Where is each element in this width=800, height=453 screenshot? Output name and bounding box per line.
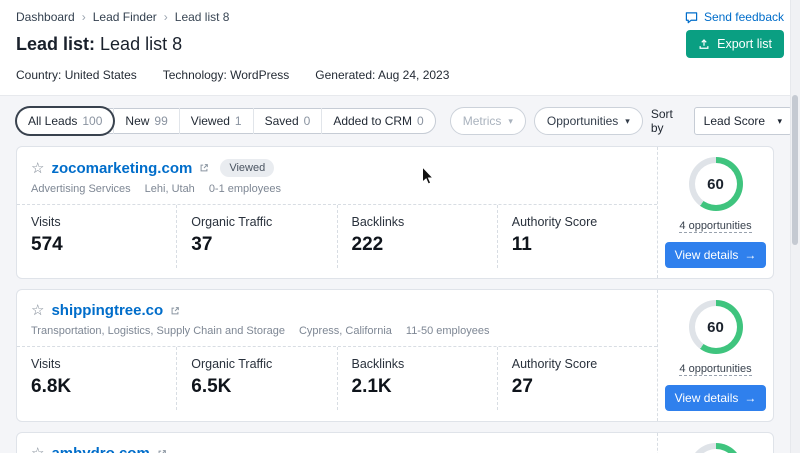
lead-metrics: Visits 574 Organic Traffic 37 Backlinks …	[17, 204, 657, 268]
tab-saved-count: 0	[304, 114, 311, 128]
metrics-dropdown-label: Metrics	[463, 114, 502, 128]
lead-score-value: 60	[695, 306, 737, 348]
sort-area: Sort by Lead Score ▾	[651, 107, 800, 135]
external-link-icon[interactable]	[157, 449, 167, 453]
metric-authority-score: Authority Score 11	[497, 205, 657, 268]
tab-added-to-crm-count: 0	[417, 114, 424, 128]
metric-authority-score: Authority Score 27	[497, 347, 657, 410]
lead-metrics: Visits 6.8K Organic Traffic 6.5K Backlin…	[17, 346, 657, 410]
metric-backlinks: Backlinks 2.1K	[337, 347, 497, 410]
chevron-down-icon: ▾	[508, 117, 513, 126]
meta-country: Country: United States	[16, 68, 137, 82]
lead-company-info: Advertising Services Lehi, Utah 0-1 empl…	[31, 183, 643, 195]
lead-company-info: Transportation, Logistics, Supply Chain …	[31, 325, 643, 337]
lead-domain-link[interactable]: amhydro.com	[51, 445, 149, 453]
tab-saved-label: Saved	[265, 114, 299, 128]
lead-employees: 11-50 employees	[406, 325, 490, 337]
star-icon[interactable]: ☆	[31, 446, 44, 453]
breadcrumb-lead-finder[interactable]: Lead Finder	[93, 10, 157, 24]
page-title: Lead list: Lead list 8	[16, 34, 182, 55]
opportunities-link[interactable]: 4 opportunities	[679, 220, 751, 233]
chevron-separator-icon: ›	[82, 10, 86, 24]
feedback-bubble-icon	[685, 11, 698, 24]
lead-card-list: ☆ zocomarketing.com Viewed Advertising S…	[0, 146, 800, 453]
lead-location: Cypress, California	[299, 325, 392, 337]
sort-select-value: Lead Score	[704, 114, 765, 128]
tab-all-leads[interactable]: All Leads 100	[17, 108, 113, 134]
lead-employees: 0-1 employees	[209, 183, 281, 195]
lead-card: ☆ shippingtree.co Transportation, Logist…	[16, 289, 774, 422]
tab-viewed-label: Viewed	[191, 114, 230, 128]
lead-score-gauge: 55	[689, 443, 743, 453]
tab-all-leads-label: All Leads	[28, 114, 77, 128]
arrow-right-icon: →	[744, 248, 756, 262]
chevron-separator-icon: ›	[164, 10, 168, 24]
meta-technology: Technology: WordPress	[163, 68, 290, 82]
breadcrumb-dashboard[interactable]: Dashboard	[16, 10, 75, 24]
lead-industry: Transportation, Logistics, Supply Chain …	[31, 325, 285, 337]
opportunities-dropdown[interactable]: Opportunities ▾	[534, 107, 643, 135]
view-details-button[interactable]: View details →	[665, 385, 767, 411]
scrollbar-thumb[interactable]	[792, 95, 798, 245]
page-title-value: Lead list 8	[100, 34, 182, 54]
opportunities-dropdown-label: Opportunities	[547, 114, 618, 128]
star-icon[interactable]: ☆	[31, 303, 44, 318]
export-list-button[interactable]: Export list	[686, 30, 784, 58]
tab-added-to-crm[interactable]: Added to CRM 0	[321, 108, 434, 134]
vertical-scrollbar[interactable]	[790, 0, 800, 453]
lead-finder-page: Dashboard › Lead Finder › Lead list 8 Se…	[0, 0, 800, 453]
lead-score-value: 60	[695, 163, 737, 205]
viewed-badge: Viewed	[220, 159, 274, 177]
lead-card: ☆ zocomarketing.com Viewed Advertising S…	[16, 146, 774, 279]
meta-generated: Generated: Aug 24, 2023	[315, 68, 449, 82]
metric-backlinks: Backlinks 222	[337, 205, 497, 268]
lead-score-gauge: 60	[689, 300, 743, 354]
list-meta: Country: United States Technology: WordP…	[16, 68, 784, 82]
metric-organic-traffic: Organic Traffic 37	[176, 205, 336, 268]
external-link-icon[interactable]	[199, 163, 209, 173]
lead-industry: Advertising Services	[31, 183, 131, 195]
tab-saved[interactable]: Saved 0	[253, 108, 322, 134]
opportunities-link[interactable]: 4 opportunities	[679, 363, 751, 376]
chevron-down-icon: ▾	[778, 117, 783, 126]
send-feedback-label: Send feedback	[704, 10, 784, 24]
lead-domain-link[interactable]: shippingtree.co	[51, 302, 163, 319]
tab-all-leads-count: 100	[82, 114, 102, 128]
tab-new[interactable]: New 99	[113, 108, 178, 134]
view-details-button[interactable]: View details →	[665, 242, 767, 268]
page-header: Dashboard › Lead Finder › Lead list 8 Se…	[0, 0, 800, 96]
lead-location: Lehi, Utah	[145, 183, 195, 195]
lead-score-panel: 60 4 opportunities View details →	[657, 290, 773, 421]
tab-added-to-crm-label: Added to CRM	[333, 114, 412, 128]
page-title-label: Lead list:	[16, 34, 95, 54]
breadcrumb: Dashboard › Lead Finder › Lead list 8	[16, 10, 229, 24]
export-list-label: Export list	[717, 37, 772, 51]
metric-visits: Visits 6.8K	[17, 347, 176, 410]
sort-by-label: Sort by	[651, 107, 685, 135]
lead-domain-link[interactable]: zocomarketing.com	[51, 160, 192, 177]
lead-filter-tabs: All Leads 100 New 99 Viewed 1 Saved 0 Ad…	[16, 108, 436, 134]
external-link-icon[interactable]	[170, 306, 180, 316]
sort-select[interactable]: Lead Score ▾	[694, 107, 792, 135]
lead-score-value: 55	[695, 449, 737, 453]
arrow-right-icon: →	[744, 391, 756, 405]
lead-score-panel: 55 3 opportunities View details →	[657, 433, 773, 453]
lead-score-gauge: 60	[689, 157, 743, 211]
filter-bar: All Leads 100 New 99 Viewed 1 Saved 0 Ad…	[0, 96, 800, 146]
chevron-down-icon: ▾	[625, 117, 630, 126]
metrics-dropdown[interactable]: Metrics ▾	[450, 107, 526, 135]
export-upload-icon	[698, 38, 710, 50]
metric-organic-traffic: Organic Traffic 6.5K	[176, 347, 336, 410]
metric-visits: Visits 574	[17, 205, 176, 268]
tab-new-label: New	[125, 114, 149, 128]
send-feedback-link[interactable]: Send feedback	[685, 10, 784, 24]
star-icon[interactable]: ☆	[31, 161, 44, 176]
breadcrumb-current: Lead list 8	[175, 10, 230, 24]
lead-score-panel: 60 4 opportunities View details →	[657, 147, 773, 278]
lead-card: ☆ amhydro.com Farming Arcata, CA 11-50 e…	[16, 432, 774, 453]
tab-new-count: 99	[154, 114, 167, 128]
tab-viewed-count: 1	[235, 114, 242, 128]
tab-viewed[interactable]: Viewed 1	[179, 108, 253, 134]
